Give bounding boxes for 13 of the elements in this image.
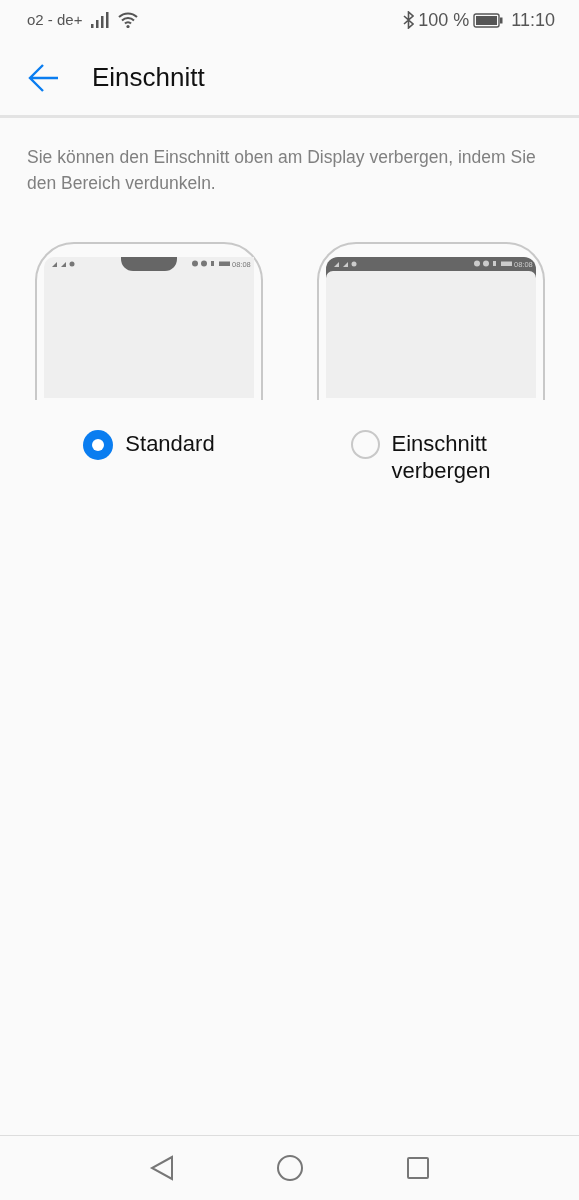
signal-icon xyxy=(90,12,111,28)
battery-icon xyxy=(473,12,504,28)
home-button[interactable] xyxy=(275,1154,304,1182)
page-title: Einschnitt xyxy=(92,61,205,94)
bluetooth-icon xyxy=(403,11,415,29)
radio-option[interactable]: Einschnitt verbergen xyxy=(350,430,512,484)
carrier-name: o2 - de+ xyxy=(27,9,83,30)
clock-time: 11:10 xyxy=(511,8,555,32)
radio-option[interactable]: Standard xyxy=(83,430,215,460)
battery-percent: 100 % xyxy=(418,8,470,32)
wifi-icon xyxy=(118,12,139,28)
back-button[interactable] xyxy=(28,62,60,93)
description-text: Sie können den Einschnitt oben am Display verbergen, indem Sie den Bereich verdunkeln. xyxy=(26,146,537,195)
